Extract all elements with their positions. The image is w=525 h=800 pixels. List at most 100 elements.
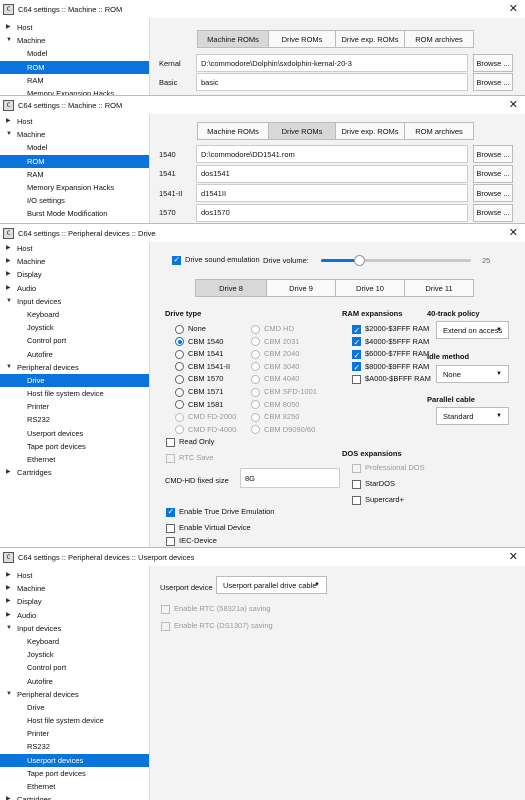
checkbox-box[interactable] [352,374,361,384]
tree-item-keyboard[interactable]: Keyboard [0,635,149,648]
tree-item-host-file-system-device[interactable]: Host file system device [0,387,149,400]
tab-rom-archives[interactable]: ROM archives [404,122,474,140]
radio-button[interactable] [251,362,260,372]
cmdhd-size-input[interactable]: 8G [240,468,340,488]
checkbox-box[interactable] [352,324,361,337]
tree-item-model[interactable]: Model [0,47,149,60]
tab-drive-exp-roms[interactable]: Drive exp. ROMs [335,122,405,140]
rom-path-input[interactable]: d1541II [196,184,468,202]
drive-type-cbm-4040[interactable]: CBM 4040 [251,372,299,385]
checkbox-box[interactable] [161,621,170,631]
radio-button[interactable] [175,337,184,347]
tree-item-ethernet[interactable]: Ethernet [0,453,149,466]
tree-item-autofire[interactable]: Autofire [0,348,149,361]
titlebar[interactable]: C C64 settings :: Peripheral devices :: … [0,548,525,566]
radio-button[interactable] [175,400,184,410]
true-drive-emulation-checkbox[interactable]: Enable True Drive Emulation [166,507,274,517]
tree-item-printer[interactable]: Printer [0,727,149,740]
rtc-58321a-checkbox[interactable]: Enable RTC (58321a) saving [161,604,271,614]
radio-button[interactable] [251,337,260,347]
tree-item-peripheral-devices[interactable]: ▼ Peripheral devices [0,688,149,701]
checkbox-box[interactable] [352,336,361,349]
tab-drive-9[interactable]: Drive 9 [266,279,336,297]
rom-path-input[interactable]: basic [196,73,468,91]
drive-type-cbm-2040[interactable]: CBM 2040 [251,347,299,360]
ram-expansion-checkbox[interactable]: $4000-$5FFF RAM [352,335,429,349]
tree-item-ram[interactable]: RAM [0,74,149,87]
tree-item-userport-devices[interactable]: Userport devices [0,427,149,440]
radio-button[interactable] [251,425,260,435]
tree-item-host-file-system-device[interactable]: Host file system device [0,714,149,727]
checkbox-box[interactable] [166,507,175,517]
radio-button[interactable] [175,362,184,372]
tree-item-host[interactable]: ▶ Host [0,242,149,255]
radio-button[interactable] [175,349,184,359]
tab-drive-exp-roms[interactable]: Drive exp. ROMs [335,30,405,48]
tree-item-display[interactable]: ▶ Display [0,595,149,608]
userport-device-dropdown[interactable]: Userport parallel drive cable ▼ [216,576,327,594]
checkbox-box[interactable] [352,349,361,362]
rom-path-input[interactable]: D:\commodore\DD1541.rom [196,145,468,163]
drive-type-cbm-3040[interactable]: CBM 3040 [251,360,299,373]
chevron-right-icon[interactable]: ▶ [6,609,11,622]
rom-path-input[interactable]: dos1570 [196,203,468,222]
close-icon[interactable]: ✕ [509,98,518,111]
browse-button[interactable]: Browse ... [473,54,513,72]
close-icon[interactable]: ✕ [509,226,518,239]
tree-item-input-devices[interactable]: ▼ Input devices [0,622,149,635]
tree-item-machine[interactable]: ▶ Machine [0,255,149,268]
drive-type-cbm-1581[interactable]: CBM 1581 [175,398,223,411]
dos-expansion-supercard[interactable]: Supercard+ [352,493,404,506]
tree-item-rs232[interactable]: RS232 [0,413,149,426]
chevron-down-icon[interactable]: ▼ [6,34,12,47]
tree-item-host[interactable]: ▶ Host [0,21,149,34]
tree-item-control-port[interactable]: Control port [0,661,149,674]
chevron-down-icon[interactable]: ▼ [6,295,12,308]
titlebar[interactable]: C C64 settings :: Machine :: ROM ✕ [0,0,525,18]
radio-button[interactable] [251,349,260,359]
drive-type-cbm-1570[interactable]: CBM 1570 [175,372,223,385]
radio-button[interactable] [175,374,184,384]
idle-method-dropdown[interactable]: None ▼ [436,365,509,383]
drive-type-cmd-fd-2000[interactable]: CMD FD-2000 [175,410,236,423]
drive-type-cbm-2031[interactable]: CBM 2031 [251,335,299,348]
tree-item-ethernet[interactable]: Ethernet [0,780,149,793]
drive-type-cbm-8250[interactable]: CBM 8250 [251,410,299,423]
ram-expansion-checkbox[interactable]: $2000-$3FFF RAM [352,322,429,337]
checkbox-box[interactable] [166,536,175,546]
tree-item-joystick[interactable]: Joystick [0,648,149,661]
tab-machine-roms[interactable]: Machine ROMs [197,30,269,48]
drive-type-cbm-1541-ii[interactable]: CBM 1541-II [175,360,230,373]
chevron-down-icon[interactable]: ▼ [6,622,12,635]
tab-drive-roms[interactable]: Drive ROMs [268,122,336,140]
tree-item-drive[interactable]: Drive [0,373,149,388]
titlebar[interactable]: C C64 settings :: Machine :: ROM ✕ [0,96,525,114]
browse-button[interactable]: Browse ... [473,203,513,222]
close-icon[interactable]: ✕ [509,550,518,563]
read-only-checkbox[interactable]: Read Only [166,437,214,447]
browse-button[interactable]: Browse ... [473,73,513,91]
radio-button[interactable] [251,374,260,384]
tree-item-i-o-settings[interactable]: I/O settings [0,194,149,207]
chevron-right-icon[interactable]: ▶ [6,115,11,128]
tree-item-control-port[interactable]: Control port [0,334,149,347]
drive-type-cbm-8050[interactable]: CBM 8050 [251,398,299,411]
rtc-save-checkbox[interactable]: RTC Save [166,453,213,463]
tab-rom-archives[interactable]: ROM archives [404,30,474,48]
chevron-right-icon[interactable]: ▶ [6,793,11,800]
chevron-right-icon[interactable]: ▶ [6,569,11,582]
drive-type-cbm-1541[interactable]: CBM 1541 [175,347,223,360]
tree-item-display[interactable]: ▶ Display [0,268,149,281]
forty-track-dropdown[interactable]: Extend on access ▼ [436,321,509,339]
tree-item-peripheral-devices[interactable]: ▼ Peripheral devices [0,361,149,374]
tab-drive-roms[interactable]: Drive ROMs [268,30,336,48]
browse-button[interactable]: Browse ... [473,145,513,163]
ram-expansion-checkbox[interactable]: $A000-$BFFF RAM [352,372,431,385]
checkbox-box[interactable] [166,523,175,533]
tree-item-model[interactable]: Model [0,141,149,154]
radio-button[interactable] [175,387,184,397]
chevron-right-icon[interactable]: ▶ [6,255,11,268]
tree-item-rs232[interactable]: RS232 [0,740,149,753]
chevron-right-icon[interactable]: ▶ [6,282,11,295]
checkbox-box[interactable] [352,479,361,489]
